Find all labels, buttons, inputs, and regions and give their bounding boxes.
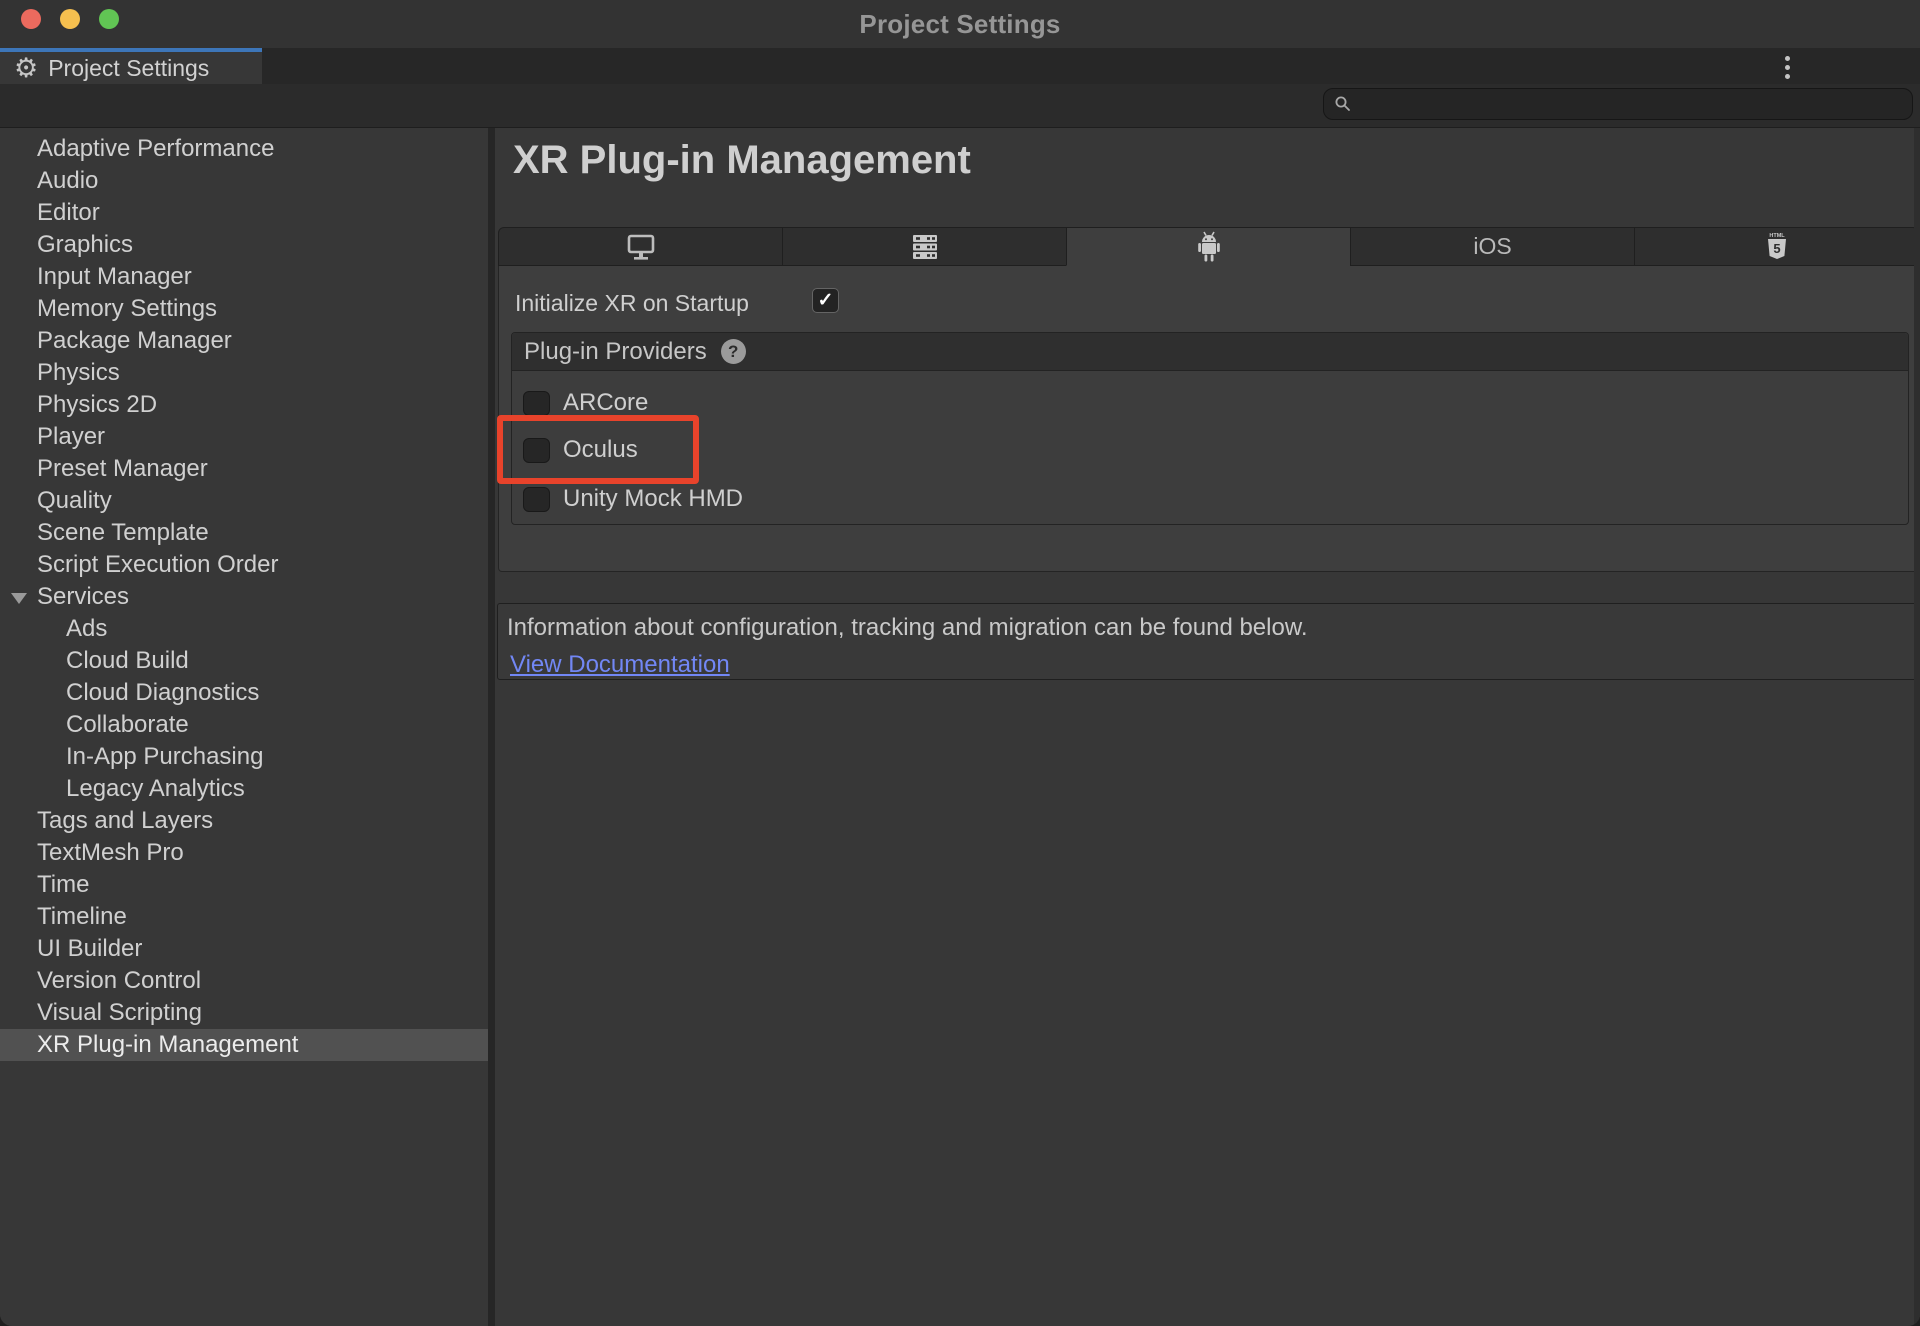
sidebar-item-cloud-build[interactable]: Cloud Build [0, 645, 488, 677]
sidebar-item-quality[interactable]: Quality [0, 485, 488, 517]
title-bar: Project Settings [0, 0, 1920, 48]
view-documentation-link[interactable]: View Documentation [510, 651, 730, 679]
kebab-menu-icon[interactable] [1776, 55, 1798, 79]
oculus-label: Oculus [563, 436, 638, 464]
search-box[interactable] [1323, 88, 1913, 120]
window-frame: Project Settings ⚙ Project Settings Adap… [0, 0, 1920, 1326]
sidebar-item-version-control[interactable]: Version Control [0, 965, 488, 997]
tab-bar: ⚙ Project Settings [0, 48, 1920, 84]
sidebar-item-editor[interactable]: Editor [0, 197, 488, 229]
tab-html5[interactable]: HTML 5 [1634, 227, 1919, 266]
toolbar [0, 84, 1920, 128]
sidebar-item-script-execution-order[interactable]: Script Execution Order [0, 549, 488, 581]
tab-ios[interactable]: iOS [1350, 227, 1635, 266]
sidebar-item-physics-2d[interactable]: Physics 2D [0, 389, 488, 421]
svg-text:HTML: HTML [1769, 233, 1785, 239]
sidebar-item-audio[interactable]: Audio [0, 165, 488, 197]
scrollbar-track[interactable] [1914, 128, 1920, 1326]
sidebar-item-preset-manager[interactable]: Preset Manager [0, 453, 488, 485]
sidebar-item-xr-plugin-management[interactable]: XR Plug-in Management [0, 1029, 488, 1061]
ios-label: iOS [1473, 233, 1511, 260]
provider-row-arcore: ARCore [523, 389, 648, 417]
sidebar-item-timeline[interactable]: Timeline [0, 901, 488, 933]
platform-tab-strip: iOS HTML 5 [498, 227, 1919, 266]
tab-project-settings[interactable]: ⚙ Project Settings [0, 48, 262, 84]
search-input[interactable] [1360, 92, 1902, 117]
plugin-providers-header: Plug-in Providers ? [512, 333, 1908, 371]
sidebar-item-legacy-analytics[interactable]: Legacy Analytics [0, 773, 488, 805]
tab-label: Project Settings [48, 55, 209, 82]
gear-icon: ⚙ [14, 55, 38, 82]
desktop-icon [624, 233, 658, 261]
settings-sidebar: Adaptive Performance Audio Editor Graphi… [0, 128, 488, 1326]
sidebar-item-scene-template[interactable]: Scene Template [0, 517, 488, 549]
sidebar-item-graphics[interactable]: Graphics [0, 229, 488, 261]
android-icon [1194, 231, 1224, 263]
initialize-xr-label: Initialize XR on Startup [515, 290, 749, 317]
svg-text:5: 5 [1773, 241, 1780, 256]
checkmark-icon: ✓ [818, 289, 834, 312]
tab-desktop[interactable] [498, 227, 783, 266]
sidebar-item-player[interactable]: Player [0, 421, 488, 453]
provider-row-oculus: Oculus [523, 436, 638, 464]
provider-row-unity-mock-hmd: Unity Mock HMD [523, 485, 743, 513]
sidebar-item-physics[interactable]: Physics [0, 357, 488, 389]
sidebar-item-package-manager[interactable]: Package Manager [0, 325, 488, 357]
sidebar-divider [488, 128, 495, 1326]
html5-icon: HTML 5 [1764, 231, 1790, 263]
minimize-window-button[interactable] [60, 9, 80, 29]
plugin-providers-group: Plug-in Providers ? ARCore Oculus Unity … [511, 332, 1909, 525]
sidebar-item-collaborate[interactable]: Collaborate [0, 709, 488, 741]
info-box: Information about configuration, trackin… [497, 603, 1917, 680]
plugin-providers-title: Plug-in Providers [524, 338, 707, 366]
sidebar-item-tags-and-layers[interactable]: Tags and Layers [0, 805, 488, 837]
search-icon [1334, 95, 1352, 113]
arcore-label: ARCore [563, 389, 648, 417]
window-title: Project Settings [859, 9, 1060, 40]
sidebar-item-memory-settings[interactable]: Memory Settings [0, 293, 488, 325]
help-icon[interactable]: ? [721, 339, 746, 364]
sidebar-item-cloud-diagnostics[interactable]: Cloud Diagnostics [0, 677, 488, 709]
xr-plugin-management-panel: XR Plug-in Management [495, 128, 1920, 1326]
info-text: Information about configuration, trackin… [507, 614, 1308, 642]
sidebar-item-in-app-purchasing[interactable]: In-App Purchasing [0, 741, 488, 773]
page-title: XR Plug-in Management [513, 138, 971, 183]
oculus-checkbox[interactable] [523, 438, 550, 463]
sidebar-item-adaptive-performance[interactable]: Adaptive Performance [0, 133, 488, 165]
tab-android[interactable] [1066, 227, 1351, 266]
sidebar-item-ui-builder[interactable]: UI Builder [0, 933, 488, 965]
sidebar-item-ads[interactable]: Ads [0, 613, 488, 645]
sidebar-item-time[interactable]: Time [0, 869, 488, 901]
dedicated-server-icon [910, 233, 940, 261]
project-settings-window: Project Settings ⚙ Project Settings Adap… [0, 0, 1920, 1326]
chevron-expanded-icon[interactable] [11, 593, 27, 604]
zoom-window-button[interactable] [99, 9, 119, 29]
sidebar-item-visual-scripting[interactable]: Visual Scripting [0, 997, 488, 1029]
sidebar-item-textmesh-pro[interactable]: TextMesh Pro [0, 837, 488, 869]
arcore-checkbox[interactable] [523, 391, 550, 416]
tab-dedicated-server[interactable] [782, 227, 1067, 266]
sidebar-item-input-manager[interactable]: Input Manager [0, 261, 488, 293]
unity-mock-hmd-checkbox[interactable] [523, 487, 550, 512]
sidebar-item-services[interactable]: Services [0, 581, 488, 613]
initialize-xr-checkbox[interactable]: ✓ [812, 288, 839, 313]
unity-mock-hmd-label: Unity Mock HMD [563, 485, 743, 513]
platform-settings-box: Initialize XR on Startup ✓ Plug-in Provi… [498, 266, 1919, 572]
close-window-button[interactable] [21, 9, 41, 29]
